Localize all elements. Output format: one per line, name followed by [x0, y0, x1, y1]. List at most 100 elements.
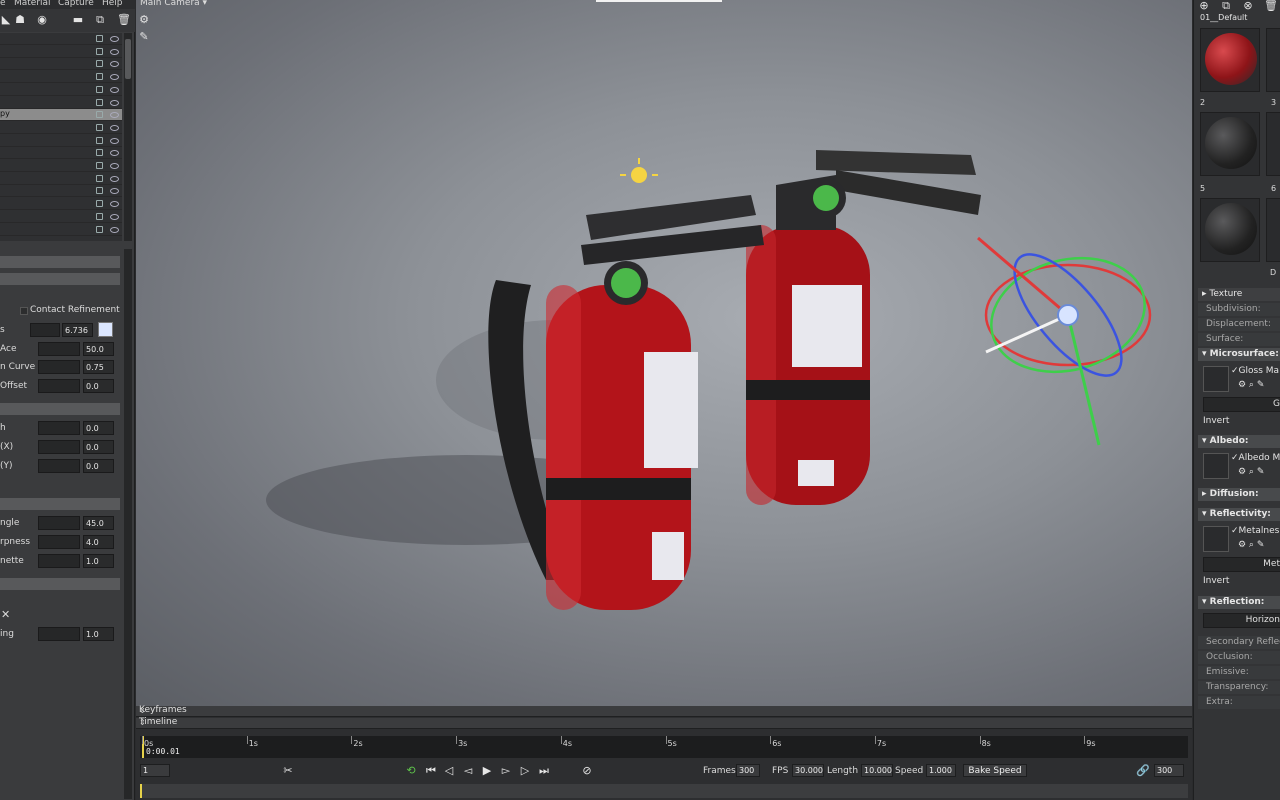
- prop-slider[interactable]: [38, 554, 80, 568]
- prop-slider[interactable]: [38, 360, 80, 374]
- play-icon[interactable]: ▶: [480, 764, 494, 778]
- menu-item-help[interactable]: Help: [102, 0, 123, 8]
- prop-value[interactable]: 0.0: [83, 440, 114, 454]
- eye-icon[interactable]: [110, 175, 119, 182]
- albedo-map-slot[interactable]: [1203, 453, 1229, 479]
- outliner-row[interactable]: [0, 46, 122, 58]
- timeline-ruler[interactable]: 0:00.01 0s 1s 2s 3s 4s 5s 6s 7s 8s 9s: [140, 736, 1188, 758]
- secondary-reflection-section[interactable]: Secondary Reflec: [1198, 636, 1280, 649]
- outliner-row[interactable]: [0, 173, 122, 185]
- speed-field[interactable]: 1.000: [926, 764, 956, 777]
- prop-value[interactable]: 1.0: [83, 554, 114, 568]
- lock-icon[interactable]: [96, 47, 103, 55]
- eye-icon[interactable]: [110, 124, 119, 131]
- trash-icon[interactable]: 🗑: [117, 14, 131, 26]
- outliner-row[interactable]: [0, 84, 122, 96]
- lock-icon[interactable]: [96, 136, 103, 144]
- emissive-section[interactable]: Emissive:: [1198, 666, 1280, 679]
- eye-icon[interactable]: [110, 226, 119, 233]
- microsurface-section[interactable]: ▾ Microsurface:: [1198, 348, 1280, 361]
- invert-checkbox[interactable]: Invert: [1203, 416, 1229, 426]
- outliner-row[interactable]: [0, 33, 122, 45]
- record-icon[interactable]: ⊘: [580, 764, 594, 778]
- reflectivity-section[interactable]: ▾ Reflectivity:: [1198, 508, 1280, 521]
- lock-icon[interactable]: [96, 123, 103, 131]
- eye-icon[interactable]: [110, 163, 119, 169]
- lock-icon[interactable]: [96, 212, 103, 220]
- remove-material-icon[interactable]: ⊗: [1242, 0, 1254, 12]
- outliner-row[interactable]: [0, 147, 122, 160]
- lock-icon[interactable]: [96, 73, 103, 81]
- section-header[interactable]: [0, 256, 120, 268]
- eye-icon[interactable]: [110, 74, 119, 81]
- eye-icon[interactable]: [110, 61, 119, 68]
- keyframe-track[interactable]: [140, 784, 1188, 798]
- end-frame-field[interactable]: 300: [1154, 764, 1184, 777]
- outliner-row[interactable]: [0, 224, 122, 236]
- material-thumbnail[interactable]: [1266, 112, 1280, 176]
- lock-icon[interactable]: [96, 98, 103, 106]
- skip-start-icon[interactable]: ⏮: [424, 764, 438, 778]
- add-object-icon[interactable]: ◣: [0, 14, 12, 26]
- outliner-row[interactable]: py: [0, 109, 122, 122]
- step-forward-icon[interactable]: ▻: [499, 764, 513, 778]
- lock-icon[interactable]: [96, 85, 103, 93]
- outliner-scrollbar[interactable]: [124, 33, 132, 241]
- prop-slider[interactable]: [30, 323, 60, 337]
- lock-icon[interactable]: [96, 35, 103, 42]
- metalness-map-slot[interactable]: [1203, 526, 1229, 552]
- prop-slider[interactable]: [38, 440, 80, 454]
- expand-icon[interactable]: ⇕: [139, 706, 1189, 715]
- prop-value[interactable]: 0.0: [83, 459, 114, 473]
- prop-slider[interactable]: [38, 342, 80, 356]
- color-swatch[interactable]: [98, 322, 113, 337]
- fps-field[interactable]: 30.000: [792, 764, 824, 777]
- prop-value[interactable]: 50.0: [83, 342, 114, 356]
- transform-gizmo[interactable]: [977, 236, 1158, 446]
- bake-speed-button[interactable]: Bake Speed: [963, 764, 1027, 777]
- prop-slider[interactable]: [38, 627, 80, 641]
- prop-slider[interactable]: [38, 421, 80, 435]
- eye-icon[interactable]: [110, 213, 119, 220]
- current-frame-field[interactable]: 1: [140, 764, 170, 777]
- outliner-row[interactable]: [0, 97, 122, 109]
- delete-material-icon[interactable]: 🗑: [1264, 0, 1278, 12]
- outliner-row[interactable]: [0, 135, 122, 147]
- lock-icon[interactable]: [96, 225, 103, 233]
- gear-icon[interactable]: ⚙ ⌕ ✎: [1238, 540, 1264, 550]
- albedo-map-label[interactable]: ✓Albedo M: [1231, 453, 1280, 463]
- prop-value[interactable]: 0.0: [83, 379, 114, 393]
- eye-icon[interactable]: [110, 48, 119, 55]
- invert-checkbox[interactable]: Invert: [1203, 576, 1229, 586]
- lock-icon[interactable]: [96, 187, 103, 195]
- menu-item-material[interactable]: Material: [14, 0, 51, 8]
- displacement-section[interactable]: Displacement:: [1198, 318, 1280, 331]
- prop-slider[interactable]: [38, 379, 80, 393]
- prop-value[interactable]: 0.0: [83, 421, 114, 435]
- texture-section[interactable]: ▸ Texture: [1198, 288, 1280, 301]
- material-thumbnail[interactable]: [1200, 112, 1260, 176]
- lock-icon[interactable]: [96, 149, 103, 157]
- outliner-row[interactable]: [0, 211, 122, 223]
- outliner-row[interactable]: [0, 122, 122, 134]
- lock-icon[interactable]: [96, 174, 103, 182]
- 3d-viewport[interactable]: Main Camera ▾ ⚙ ✎: [136, 0, 1192, 706]
- prop-slider[interactable]: [38, 535, 80, 549]
- eye-icon[interactable]: [110, 137, 119, 144]
- eye-icon[interactable]: [110, 150, 119, 157]
- material-thumbnail[interactable]: [1266, 198, 1280, 262]
- timeline-header[interactable]: Timeline ⇕: [136, 717, 1192, 729]
- duplicate-icon[interactable]: ⧉: [94, 14, 106, 26]
- menu-item-capture[interactable]: Capture: [58, 0, 94, 8]
- eye-icon[interactable]: [110, 36, 119, 42]
- eye-icon[interactable]: [110, 201, 119, 208]
- lock-icon[interactable]: [96, 200, 103, 208]
- frames-field[interactable]: 300: [736, 764, 760, 777]
- transparency-section[interactable]: Transparency:: [1198, 681, 1280, 694]
- diffusion-section[interactable]: ▸ Diffusion:: [1198, 488, 1280, 501]
- material-thumbnail[interactable]: [1200, 198, 1260, 262]
- close-icon[interactable]: ✕: [1, 608, 10, 621]
- lock-icon[interactable]: [96, 60, 103, 68]
- folder-icon[interactable]: ▬: [72, 14, 84, 26]
- occlusion-section[interactable]: Occlusion:: [1198, 651, 1280, 664]
